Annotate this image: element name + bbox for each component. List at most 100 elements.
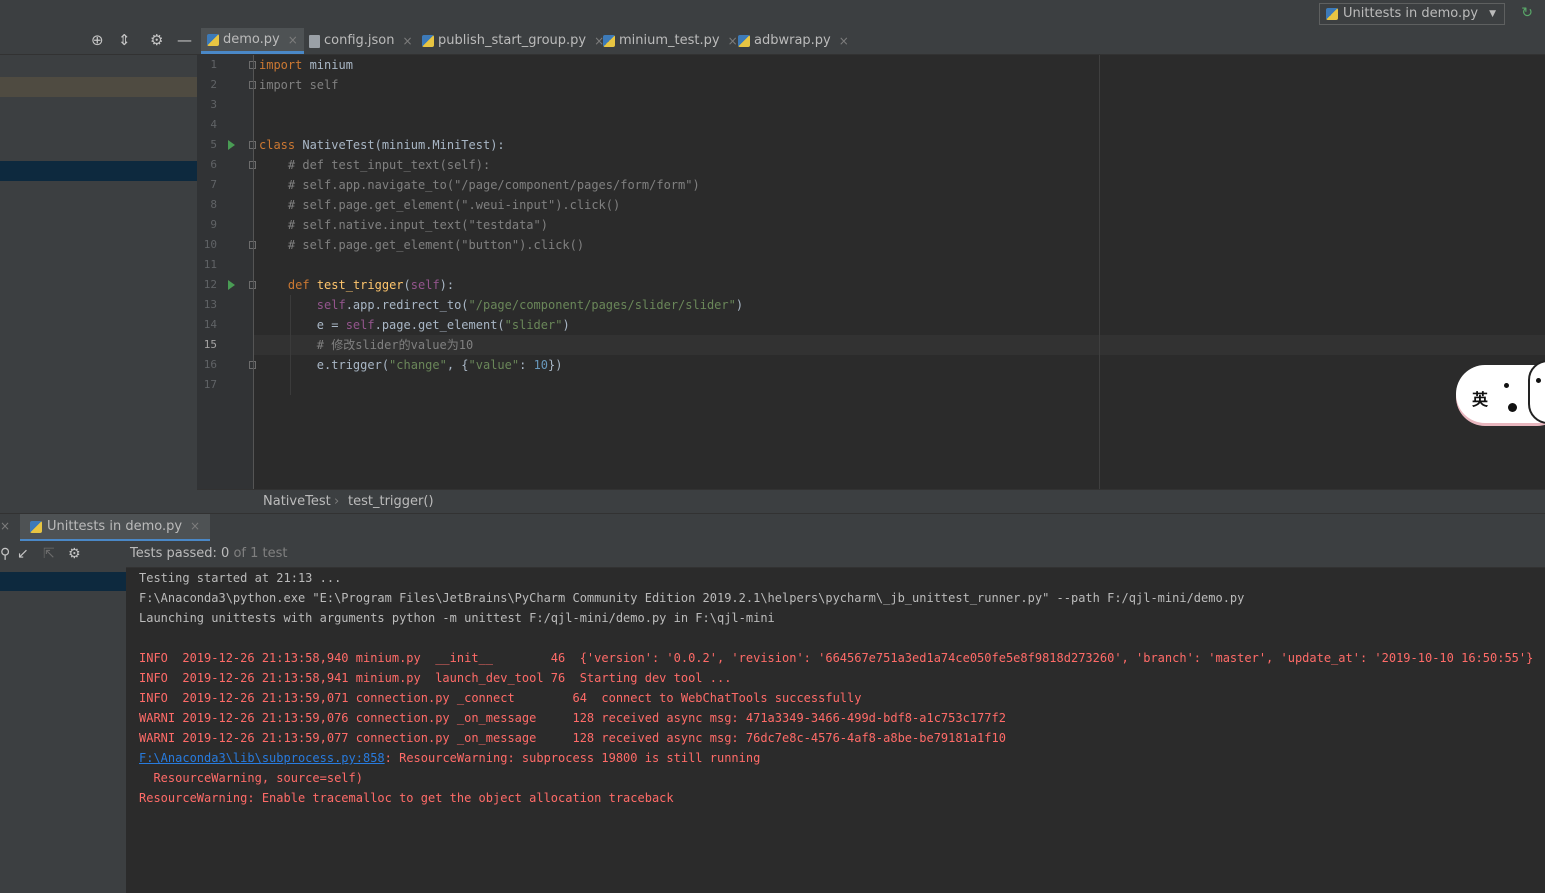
sort-icon[interactable]: ↙: [17, 546, 29, 562]
project-tree-row-highlighted[interactable]: [0, 77, 197, 97]
collapse-all-icon[interactable]: ⇕: [118, 31, 131, 49]
export-icon[interactable]: ⇱: [43, 546, 55, 562]
right-margin-guide: [1099, 55, 1100, 489]
panda-face-icon: [1528, 360, 1545, 424]
hide-icon[interactable]: —: [177, 31, 192, 49]
code-comment-line: # def test_input_text(self):: [259, 158, 491, 172]
code-line: e.trigger("change", {"value": 10}): [259, 355, 563, 375]
test-tree-selected-row[interactable]: [0, 572, 126, 591]
breadcrumb: NativeTest › test_trigger(): [197, 489, 1545, 514]
line-number: 9: [210, 218, 217, 231]
floating-ime-sticker[interactable]: 英: [1456, 360, 1545, 424]
code-comment-line: # self.page.get_element("button").click(…: [259, 238, 585, 252]
close-icon[interactable]: ×: [190, 513, 200, 540]
console-text: : ResourceWarning: subprocess 19800 is s…: [384, 751, 761, 765]
run-tab-label: Unittests in demo.py: [47, 519, 183, 534]
tab-label: minium_test.py: [619, 33, 720, 48]
code-text: .app.redirect_to(: [345, 298, 469, 312]
tab-label: adbwrap.py: [754, 33, 831, 48]
project-panel: ⊕ ⇕ ⚙ —: [0, 28, 197, 513]
line-number: 3: [210, 98, 217, 111]
string-literal: "/page/component/pages/slider/slider": [468, 298, 736, 312]
tab-adbwrap-py[interactable]: adbwrap.py ×: [732, 28, 855, 54]
test-status-bar: Tests passed: 0 of 1 test: [126, 541, 1545, 568]
breadcrumb-class[interactable]: NativeTest: [263, 494, 331, 509]
python-file-icon: [422, 35, 434, 47]
python-file-icon: [738, 35, 750, 47]
code-text: e =: [316, 318, 346, 332]
sticker-label: 英: [1472, 390, 1489, 409]
gear-icon[interactable]: ⚙: [68, 546, 81, 562]
tab-config-json[interactable]: config.json ×: [303, 28, 419, 54]
console-output[interactable]: Testing started at 21:13 ... F:\Anaconda…: [126, 568, 1545, 893]
string-literal: "slider": [504, 318, 563, 332]
code-text: , {: [446, 358, 469, 372]
line-number: 1: [210, 58, 217, 71]
line-number: 10: [203, 238, 217, 251]
close-icon[interactable]: ×: [839, 28, 849, 54]
line-number: 6: [210, 158, 217, 171]
tab-demo-py[interactable]: demo.py ×: [201, 28, 304, 54]
console-error-line: WARNI 2019-12-26 21:13:59,077 connection…: [139, 731, 1006, 745]
status-prefix: Tests passed:: [130, 546, 222, 561]
line-number: 8: [210, 198, 217, 211]
code-text: minium: [302, 58, 353, 72]
run-tab[interactable]: Unittests in demo.py ×: [20, 513, 211, 541]
close-icon[interactable]: ×: [288, 27, 298, 53]
line-number-current: 15: [203, 338, 217, 351]
run-tool-window-header: × Unittests in demo.py ×: [0, 513, 1545, 541]
run-test-method-icon[interactable]: [228, 280, 235, 290]
code-line: import minium: [259, 55, 353, 75]
tab-label: publish_start_group.py: [438, 33, 587, 48]
close-icon[interactable]: ×: [403, 28, 413, 54]
tab-minium-test-py[interactable]: minium_test.py ×: [597, 28, 744, 54]
gear-icon[interactable]: ⚙: [150, 31, 163, 49]
code-comment: # 修改slider的value为10: [316, 338, 474, 352]
code-editor[interactable]: 1 2 3 4 5 6 7 8 9 10 11 12 13 14 15 16 1…: [197, 55, 1545, 489]
python-file-icon: [1326, 8, 1339, 20]
code-text: :: [519, 358, 534, 372]
keyword: def: [287, 278, 310, 292]
code-line: e = self.page.get_element("slider"): [259, 315, 570, 335]
rerun-icon[interactable]: ↻: [1521, 5, 1533, 21]
string-literal: "change": [389, 358, 447, 372]
close-icon[interactable]: ×: [0, 519, 10, 533]
code-text: }): [548, 358, 563, 372]
line-number: 7: [210, 178, 217, 191]
locate-icon[interactable]: ⊕: [91, 31, 104, 49]
code-text: ):: [439, 278, 455, 292]
console-error-line: INFO 2019-12-26 21:13:58,941 minium.py l…: [139, 671, 732, 685]
run-configuration-label: Unittests in demo.py: [1343, 6, 1479, 21]
breadcrumb-separator: ›: [334, 494, 340, 509]
gutter-divider: [253, 55, 254, 489]
status-suffix: of 1 test: [229, 546, 288, 561]
keyword: import: [259, 58, 303, 72]
code-comment-line: # self.app.navigate_to("/page/component/…: [259, 178, 700, 192]
code-line: def test_trigger(self):: [287, 278, 455, 292]
code-text: ): [735, 298, 744, 312]
line-number: 11: [203, 258, 217, 271]
search-icon[interactable]: ⚲: [0, 546, 10, 562]
tab-publish-start-group-py[interactable]: publish_start_group.py ×: [416, 28, 610, 54]
console-error-line: ResourceWarning: Enable tracemalloc to g…: [139, 791, 674, 805]
code-line: class NativeTest(minium.MiniTest):: [259, 135, 505, 155]
console-error-line: ResourceWarning, source=self): [139, 771, 363, 785]
top-toolbar: Unittests in demo.py ▼ ↻: [0, 0, 1545, 28]
source-file-link[interactable]: F:\Anaconda3\lib\subprocess.py:858: [139, 751, 385, 765]
line-number: 4: [210, 118, 217, 131]
run-configuration-selector[interactable]: Unittests in demo.py ▼: [1319, 3, 1505, 25]
line-number: 14: [203, 318, 217, 331]
self-keyword: self: [345, 318, 375, 332]
line-number: 12: [203, 278, 217, 291]
console-error-line: WARNI 2019-12-26 21:13:59,076 connection…: [139, 711, 1006, 725]
tab-label: config.json: [324, 33, 395, 48]
eye-icon: [1536, 378, 1541, 383]
breadcrumb-method[interactable]: test_trigger(): [348, 494, 434, 509]
line-number: 2: [210, 78, 217, 91]
code-line: self.app.redirect_to("/page/component/pa…: [259, 295, 743, 315]
project-tree-row-selected[interactable]: [0, 161, 197, 181]
run-test-class-icon[interactable]: [228, 140, 235, 150]
self-keyword: self: [410, 278, 440, 292]
python-file-icon: [207, 33, 219, 46]
python-file-icon: [603, 35, 615, 47]
